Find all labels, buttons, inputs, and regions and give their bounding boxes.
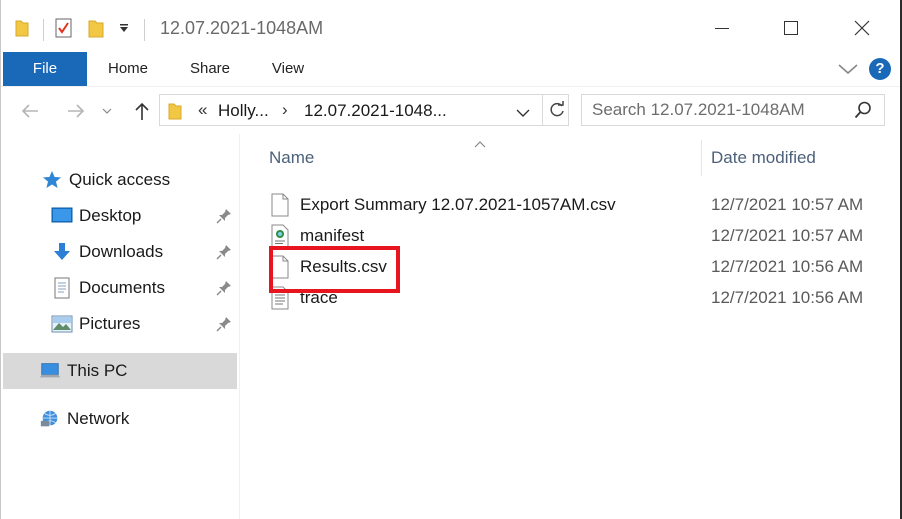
chevron-down-icon [102,108,112,114]
help-button[interactable]: ? [869,58,891,80]
arrow-left-icon [21,104,38,118]
nav-item-quick-access[interactable]: Quick access [41,164,170,196]
tab-file[interactable]: File [3,52,87,86]
refresh-icon [549,101,564,117]
file-name: Results.csv [300,257,387,276]
pin-icon[interactable] [216,244,232,260]
search-input[interactable] [592,100,842,120]
file-row[interactable]: Results.csv 12/7/2021 10:56 AM [269,252,889,282]
minimize-button[interactable] [699,8,745,48]
maximize-button[interactable] [768,8,814,48]
pin-icon[interactable] [216,208,232,224]
column-header-date-modified[interactable]: Date modified [711,148,816,168]
desktop-icon [51,205,73,227]
pin-icon[interactable] [216,316,232,332]
file-explorer-window: 12.07.2021-1048AM File Home Share View ? [0,0,901,519]
nav-item-label: Desktop [79,206,142,225]
nav-item-documents[interactable]: Documents [51,272,165,304]
nav-item-label: Pictures [79,314,141,333]
arrow-right-icon [68,104,85,118]
star-icon [41,169,63,191]
customize-toolbar-dropdown-icon[interactable] [118,21,130,39]
documents-icon [51,277,73,299]
xml-file-icon [271,224,289,253]
nav-item-label: This PC [67,361,128,380]
breadcrumb-item[interactable]: Holly... [218,101,269,121]
navigation-pane: Quick access Desktop Downloads Documents [1,134,239,519]
tab-view[interactable]: View [259,52,317,86]
up-button[interactable] [127,96,157,126]
back-button[interactable] [15,96,45,126]
new-folder-icon[interactable] [88,18,104,43]
computer-icon [39,360,61,382]
quick-access-toolbar [15,16,155,44]
file-row[interactable]: trace 12/7/2021 10:56 AM [269,283,889,313]
breadcrumb-item[interactable]: 12.07.2021-1048... [304,101,447,121]
file-date-modified: 12/7/2021 10:56 AM [711,257,864,276]
column-divider[interactable] [701,140,702,176]
download-icon [51,241,73,263]
recent-locations-button[interactable] [97,96,117,126]
pictures-icon [51,313,73,335]
file-icon [271,255,289,284]
file-name: Export Summary 12.07.2021-1057AM.csv [300,195,616,214]
toolbar-divider [144,19,145,41]
chevron-down-icon [516,109,530,117]
title-bar: 12.07.2021-1048AM [1,0,901,52]
address-toolbar: « Holly... › 12.07.2021-1048... [1,88,901,134]
address-history-button[interactable] [516,105,530,123]
nav-item-downloads[interactable]: Downloads [51,236,163,268]
tab-share[interactable]: Share [179,52,241,86]
breadcrumb-overflow[interactable]: « [198,100,207,120]
file-name: trace [300,288,338,307]
nav-item-pictures[interactable]: Pictures [51,308,140,340]
search-box [581,94,885,126]
toolbar-divider [43,19,44,41]
network-icon [39,408,61,430]
window-title: 12.07.2021-1048AM [160,18,324,38]
text-file-icon [271,286,289,315]
close-button[interactable] [839,8,885,48]
maximize-icon [784,21,798,35]
refresh-button[interactable] [542,95,570,125]
chevron-down-icon [838,64,858,75]
breadcrumb-separator[interactable]: › [282,100,288,120]
forward-button[interactable] [61,96,91,126]
nav-item-label: Network [67,409,130,428]
properties-icon[interactable] [54,17,74,44]
folder-icon [15,19,29,42]
search-icon[interactable] [854,101,872,124]
nav-item-network[interactable]: Network [39,403,129,435]
nav-item-this-pc[interactable]: This PC [39,355,127,387]
file-row[interactable]: manifest 12/7/2021 10:57 AM [269,221,889,251]
close-icon [854,20,870,36]
nav-item-label: Downloads [79,242,164,261]
ribbon-tabs: File Home Share View ? [1,52,901,87]
file-list: Name Date modified Export Summary 12.07.… [241,134,901,519]
file-icon [271,193,289,222]
file-row[interactable]: Export Summary 12.07.2021-1057AM.csv 12/… [269,190,889,220]
nav-item-label: Quick access [69,170,171,189]
column-header-name[interactable]: Name [269,148,314,168]
expand-ribbon-button[interactable] [837,59,859,84]
pane-divider[interactable] [239,134,240,519]
minimize-icon [715,28,729,29]
file-date-modified: 12/7/2021 10:57 AM [711,195,864,214]
file-date-modified: 12/7/2021 10:56 AM [711,288,864,307]
tab-home[interactable]: Home [97,52,159,86]
file-name: manifest [300,226,365,245]
nav-item-label: Documents [79,278,165,297]
folder-icon [168,102,182,125]
file-date-modified: 12/7/2021 10:57 AM [711,226,864,245]
sort-ascending-icon [473,136,487,154]
pin-icon[interactable] [216,280,232,296]
address-bar[interactable]: « Holly... › 12.07.2021-1048... [159,94,569,126]
arrow-up-icon [135,102,149,120]
nav-item-desktop[interactable]: Desktop [51,200,141,232]
